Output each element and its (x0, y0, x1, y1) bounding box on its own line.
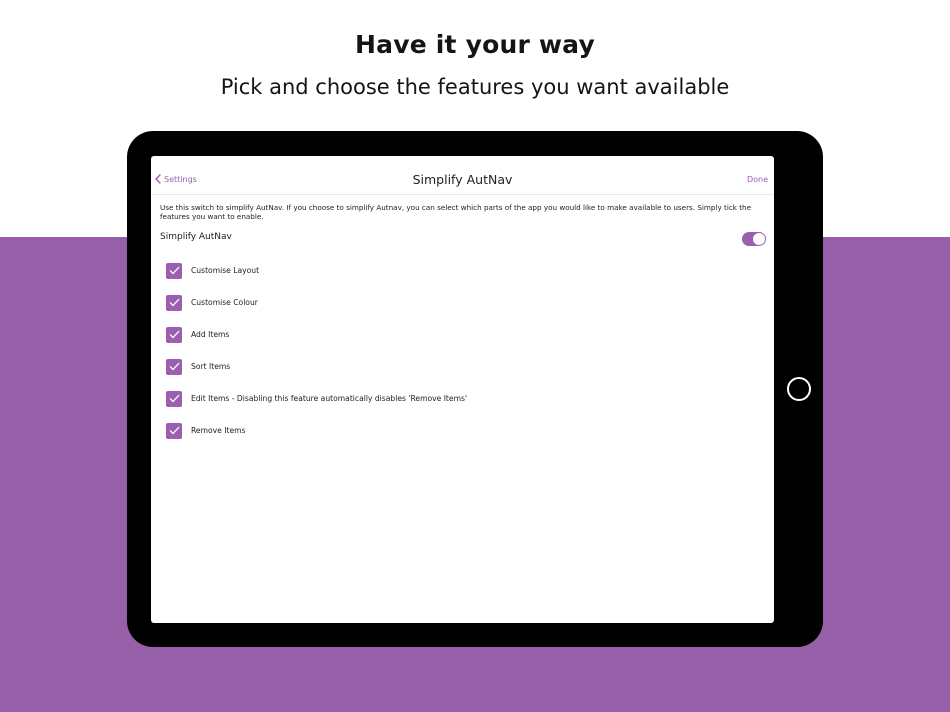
description-text: Use this switch to simplify AutNav. If y… (160, 203, 752, 221)
simplify-setting-row: Simplify AutNav (160, 232, 766, 246)
settings-screen: Settings Simplify AutNav Done Use this s… (151, 156, 774, 623)
promo-headline: Have it your way (355, 30, 595, 59)
checkbox-sort-items[interactable] (166, 358, 182, 375)
feature-item-edit-items: Edit Items - Disabling this feature auto… (166, 390, 666, 407)
done-button[interactable]: Done (747, 175, 768, 184)
feature-label: Customise Layout (191, 266, 260, 275)
feature-item-sort-items: Sort Items (166, 358, 666, 375)
promo-subheadline: Pick and choose the features you want av… (220, 75, 730, 99)
feature-label: Remove Items (191, 426, 246, 435)
toggle-knob (753, 233, 765, 245)
checkmark-icon (169, 298, 179, 307)
checkbox-add-items[interactable] (166, 326, 182, 343)
feature-item-customise-layout: Customise Layout (166, 262, 666, 279)
feature-label: Edit Items - Disabling this feature auto… (191, 394, 468, 403)
simplify-label: Simplify AutNav (160, 232, 232, 242)
checkmark-icon (169, 330, 179, 339)
feature-label: Add Items (191, 330, 230, 339)
simplify-toggle[interactable] (742, 232, 766, 246)
checkmark-icon (169, 362, 179, 371)
feature-label: Sort Items (191, 362, 231, 371)
checkmark-icon (169, 426, 179, 435)
checkbox-remove-items[interactable] (166, 422, 182, 439)
feature-item-add-items: Add Items (166, 326, 666, 343)
home-button[interactable] (787, 377, 811, 401)
checkbox-edit-items[interactable] (166, 390, 182, 407)
navigation-bar: Settings Simplify AutNav Done (151, 156, 774, 195)
page-title: Simplify AutNav (412, 172, 513, 187)
checkbox-customise-layout[interactable] (166, 262, 182, 279)
checkbox-customise-colour[interactable] (166, 294, 182, 311)
checkmark-icon (169, 266, 179, 275)
feature-item-customise-colour: Customise Colour (166, 294, 666, 311)
feature-label: Customise Colour (191, 298, 258, 307)
checkmark-icon (169, 394, 179, 403)
feature-item-remove-items: Remove Items (166, 422, 666, 439)
